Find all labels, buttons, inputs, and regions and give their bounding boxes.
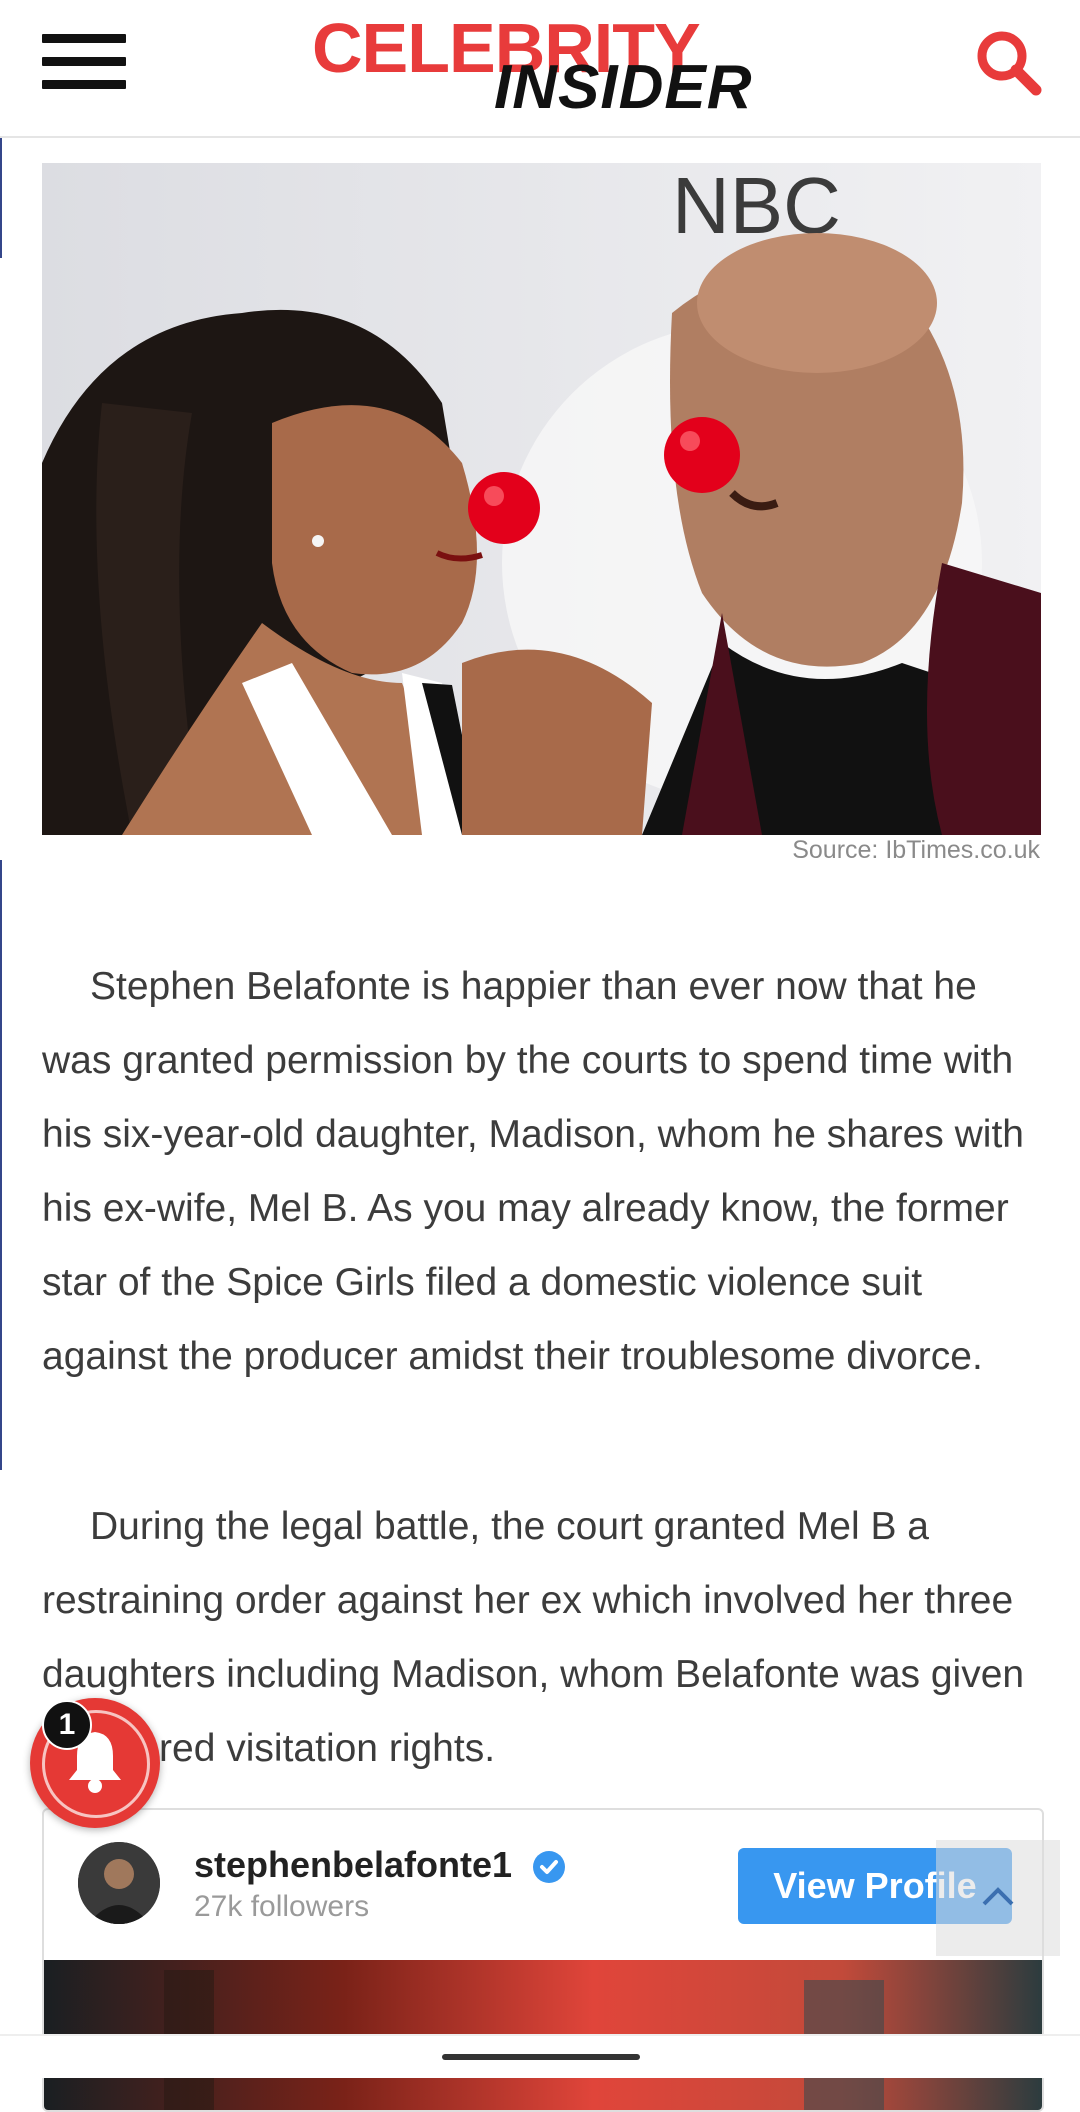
instagram-avatar[interactable] (78, 1842, 160, 1924)
search-icon[interactable] (974, 28, 1044, 98)
article-paragraph: During the legal battle, the court grant… (42, 1505, 1025, 1770)
article-photo: NBC (42, 163, 1041, 835)
scroll-to-top-button[interactable] (936, 1840, 1060, 1956)
left-accent-rule (0, 860, 2, 1470)
menu-icon[interactable] (42, 34, 126, 90)
notification-count-badge: 1 (42, 1700, 92, 1750)
instagram-username[interactable]: stephenbelafonte1 (194, 1844, 512, 1886)
left-accent-rule (0, 138, 2, 258)
instagram-followers: 27k followers (194, 1890, 370, 1923)
site-logo[interactable]: CELEBRITY INSIDER (312, 8, 772, 126)
home-indicator[interactable] (442, 2054, 640, 2060)
site-header: CELEBRITY INSIDER (0, 0, 1080, 138)
article-paragraph: Stephen Belafonte is happier than ever n… (42, 965, 1024, 1378)
logo-bottom-text: INSIDER (494, 53, 753, 122)
image-caption: Source: IbTimes.co.uk (792, 836, 1040, 864)
verified-badge-icon (533, 1851, 565, 1883)
